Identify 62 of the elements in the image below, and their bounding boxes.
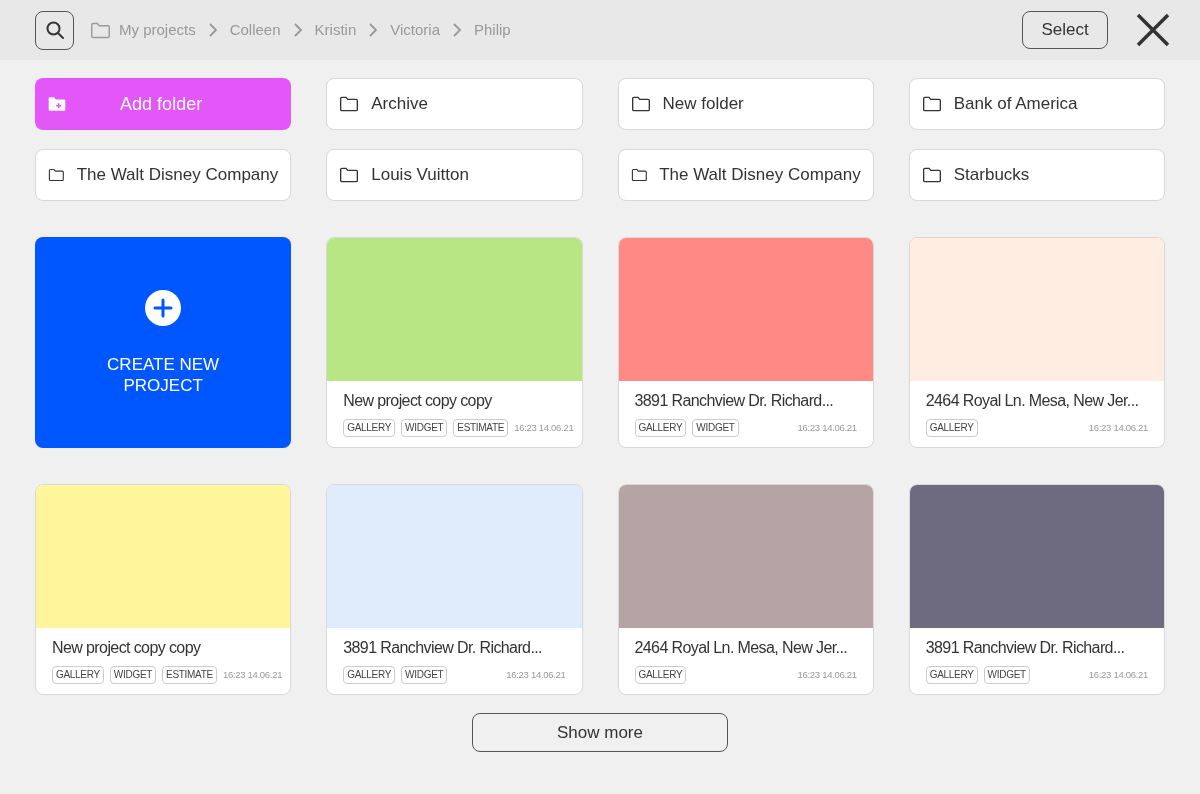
folder-button[interactable]: The Walt Disney Company — [35, 149, 292, 201]
folder-button[interactable]: Louis Vuitton — [326, 149, 583, 201]
tag: GALLERY — [634, 666, 687, 684]
plus-icon — [145, 289, 182, 326]
folder-icon — [48, 166, 65, 184]
folder-button[interactable]: The Walt Disney Company — [617, 149, 874, 201]
project-card[interactable]: 2464 Royal Ln. Mesa, New Jer... GALLERY 16:23 14.06.21 — [617, 484, 874, 695]
timestamp: 16:23 14.06.21 — [506, 667, 566, 682]
tag: WIDGET — [692, 419, 739, 437]
close-icon[interactable] — [1136, 13, 1170, 47]
folder-button[interactable]: Bank of America — [908, 78, 1165, 130]
tag: WIDGET — [401, 419, 448, 437]
tag: ESTIMATE — [162, 666, 217, 684]
project-title: 3891 Ranchview Dr. Richard... — [343, 638, 542, 658]
folder-icon — [921, 95, 942, 113]
project-title: 3891 Ranchview Dr. Richard... — [634, 391, 834, 411]
tag: GALLERY — [343, 666, 396, 684]
project-card[interactable]: New project copy copy GALLERY WIDGET ESTIMATE 16:23 14.06.21 — [326, 237, 583, 448]
select-button[interactable]: Select — [1022, 11, 1108, 49]
timestamp: 16:23 14.06.21 — [1088, 667, 1148, 682]
create-project-card[interactable]: CREATE NEW PROJECT — [35, 237, 292, 448]
project-title: New project copy copy — [343, 391, 492, 411]
project-card[interactable]: 3891 Ranchview Dr. Richard... GALLERY WIDGET 16:23 14.06.21 — [326, 484, 583, 695]
chevron-right-icon — [368, 23, 379, 37]
folder-icon — [339, 166, 360, 184]
tag: WIDGET — [109, 666, 157, 684]
tag: WIDGET — [983, 666, 1030, 684]
project-title: 2464 Royal Ln. Mesa, New Jer... — [925, 391, 1139, 411]
project-title: 2464 Royal Ln. Mesa, New Jer... — [634, 638, 848, 658]
project-card[interactable]: 2464 Royal Ln. Mesa, New Jer... GALLERY 16:23 14.06.21 — [908, 237, 1165, 448]
folder-plus-icon — [47, 95, 67, 113]
project-card[interactable]: 3891 Ranchview Dr. Richard... GALLERY WIDGET 16:23 14.06.21 — [908, 484, 1165, 695]
timestamp: 16:23 14.06.21 — [222, 667, 283, 682]
folder-button[interactable]: Starbucks — [908, 149, 1165, 201]
folder-icon — [339, 95, 360, 113]
timestamp: 16:23 14.06.21 — [514, 420, 574, 435]
timestamp: 16:23 14.06.21 — [1088, 420, 1148, 435]
folder-button[interactable]: Archive — [326, 78, 583, 130]
project-card[interactable]: New project copy copy GALLERY WIDGET ESTIMATE 16:23 14.06.21 — [35, 484, 292, 695]
chevron-right-icon — [452, 23, 462, 37]
project-card[interactable]: 3891 Ranchview Dr. Richard... GALLERY WIDGET 16:23 14.06.21 — [617, 237, 874, 448]
folder-icon — [90, 20, 111, 40]
tag: GALLERY — [52, 666, 104, 684]
folder-icon — [921, 166, 942, 184]
timestamp: 16:23 14.06.21 — [797, 667, 857, 682]
timestamp: 16:23 14.06.21 — [797, 420, 857, 435]
tag: GALLERY — [925, 666, 978, 684]
folder-icon — [630, 166, 648, 184]
tag: ESTIMATE — [453, 419, 509, 437]
show-more-button[interactable]: Show more — [472, 713, 728, 752]
project-title: New project copy copy — [52, 638, 201, 658]
chevron-right-icon — [207, 23, 218, 37]
tag: WIDGET — [401, 666, 448, 684]
tag: GALLERY — [925, 419, 978, 437]
search-button[interactable] — [35, 10, 74, 50]
search-icon — [44, 20, 65, 40]
chevron-right-icon — [292, 23, 303, 37]
tag: GALLERY — [634, 419, 687, 437]
project-title: 3891 Ranchview Dr. Richard... — [925, 638, 1125, 658]
folder-button[interactable]: New folder — [617, 78, 874, 130]
tag: GALLERY — [343, 419, 396, 437]
folder-icon — [630, 95, 651, 113]
